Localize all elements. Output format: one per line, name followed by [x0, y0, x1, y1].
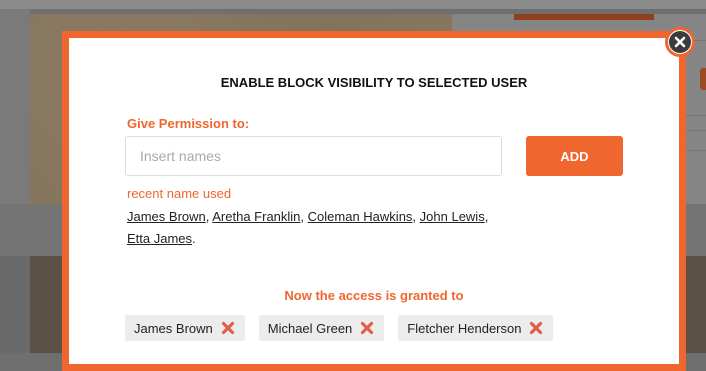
recent-name-link[interactable]: Coleman Hawkins	[308, 209, 413, 224]
granted-user-tag: Michael Green	[258, 315, 385, 341]
granted-user-name: James Brown	[134, 320, 213, 336]
granted-user-name: Fletcher Henderson	[407, 320, 522, 336]
permission-modal: ENABLE BLOCK VISIBILITY TO SELECTED USER…	[62, 31, 686, 371]
remove-x-icon[interactable]	[360, 321, 374, 335]
background-left-edge	[0, 9, 30, 204]
background-panel-title	[514, 14, 654, 20]
background-header	[0, 0, 706, 9]
background-frame	[0, 256, 30, 353]
close-button[interactable]	[665, 27, 695, 57]
granted-users-list: James Brown Michael Green Fletcher Hende…	[125, 315, 554, 341]
background-tab	[700, 68, 706, 90]
recent-name-link[interactable]: James Brown	[127, 209, 206, 224]
recent-name-link[interactable]: John Lewis	[420, 209, 485, 224]
remove-x-icon[interactable]	[221, 321, 235, 335]
names-input[interactable]	[125, 136, 502, 176]
permission-label: Give Permission to:	[127, 116, 250, 131]
recent-names-label: recent name used	[127, 186, 232, 201]
remove-x-icon[interactable]	[529, 321, 543, 335]
add-button[interactable]: ADD	[526, 136, 623, 176]
recent-name-link[interactable]: Etta James	[127, 231, 192, 246]
granted-label: Now the access is granted to	[284, 288, 464, 303]
recent-names-list: James Brown, Aretha Franklin, Coleman Ha…	[127, 209, 489, 246]
modal-title: ENABLE BLOCK VISIBILITY TO SELECTED USER	[220, 75, 528, 90]
recent-name-link[interactable]: Aretha Franklin	[212, 209, 300, 224]
granted-user-name: Michael Green	[267, 320, 353, 336]
granted-user-tag: Fletcher Henderson	[398, 315, 554, 341]
granted-user-tag: James Brown	[125, 315, 245, 341]
close-icon	[669, 31, 691, 53]
